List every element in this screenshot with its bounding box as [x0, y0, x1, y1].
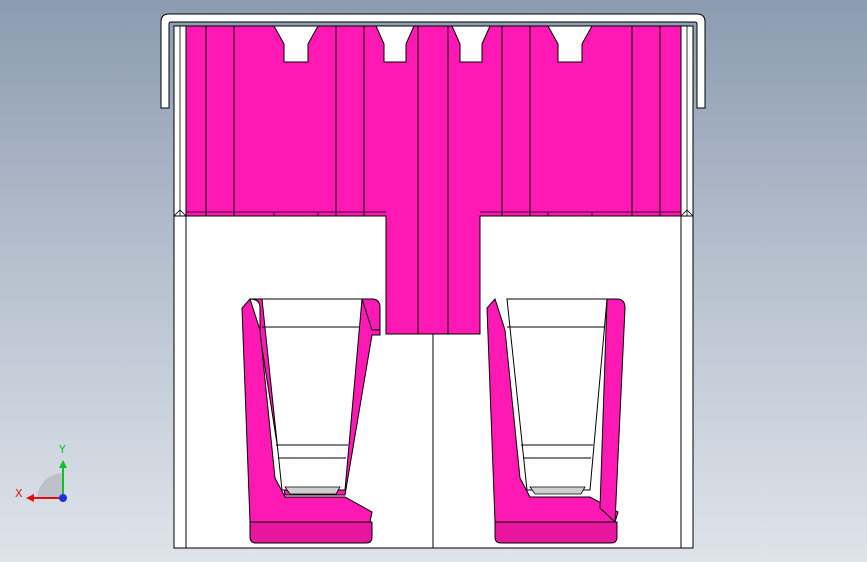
triad-plane-arc — [37, 473, 63, 499]
cad-viewport[interactable]: X Y — [0, 0, 867, 562]
connector-drawing — [26, 13, 706, 549]
z-axis-dot — [59, 494, 67, 502]
x-axis-label: X — [15, 487, 23, 500]
y-axis-label: Y — [59, 443, 66, 456]
coordinate-triad — [26, 460, 67, 502]
